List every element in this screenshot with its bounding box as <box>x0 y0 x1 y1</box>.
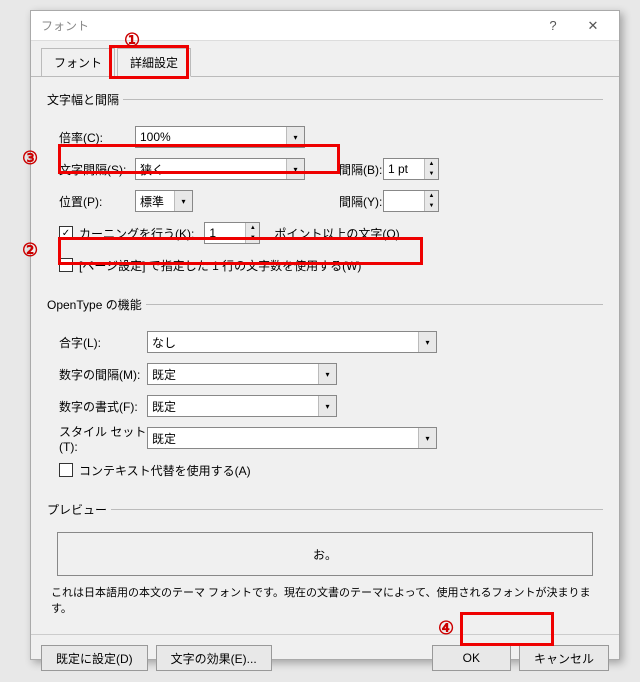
dialog-title: フォント <box>41 17 533 34</box>
spin-up-icon[interactable]: ▲ <box>425 191 438 201</box>
spin-down-icon[interactable]: ▼ <box>425 201 438 211</box>
kerning-spinner[interactable]: 1 ▲▼ <box>204 222 260 244</box>
spin-down-icon[interactable]: ▼ <box>246 233 259 243</box>
text-effects-button[interactable]: 文字の効果(E)... <box>156 645 272 671</box>
callout-4: ④ <box>438 618 454 639</box>
group-spacing: 文字幅と間隔 倍率(C): ▾ 文字間隔(S): ▾ 間隔(B): 1 pt <box>47 91 603 286</box>
help-button[interactable]: ? <box>533 12 573 40</box>
spin-up-icon[interactable]: ▲ <box>246 223 259 233</box>
cancel-button[interactable]: キャンセル <box>519 645 609 671</box>
group-preview: プレビュー お。 これは日本語用の本文のテーマ フォントです。現在の文書のテーマ… <box>47 501 603 618</box>
contextual-label: コンテキスト代替を使用する(A) <box>79 462 251 479</box>
pagegrid-checkbox[interactable] <box>59 258 73 272</box>
tab-advanced[interactable]: 詳細設定 <box>117 48 191 77</box>
styleset-select[interactable] <box>147 427 437 449</box>
callout-2: ② <box>22 240 38 261</box>
callout-3: ③ <box>22 148 38 169</box>
spin-up-icon[interactable]: ▲ <box>425 159 438 169</box>
defaults-button[interactable]: 既定に設定(D) <box>41 645 148 671</box>
group-preview-legend: プレビュー <box>47 501 111 518</box>
styleset-label: スタイル セット(T): <box>47 423 147 454</box>
tab-content: 文字幅と間隔 倍率(C): ▾ 文字間隔(S): ▾ 間隔(B): 1 pt <box>31 76 619 634</box>
kerning-checkbox[interactable]: ✓ <box>59 226 73 240</box>
pitch2-label: 間隔(Y): <box>327 193 383 210</box>
numspacing-select[interactable] <box>147 363 337 385</box>
kerning-label: カーニングを行う(K): <box>79 225 194 242</box>
numform-label: 数字の書式(F): <box>47 398 147 415</box>
group-opentype-legend: OpenType の機能 <box>47 296 146 313</box>
group-opentype: OpenType の機能 合字(L): ▾ 数字の間隔(M): ▾ 数字の書式(… <box>47 296 603 491</box>
spacing-select[interactable] <box>135 158 305 180</box>
pagegrid-label: [ページ設定] で指定した 1 行の文字数を使用する(W) <box>79 257 361 274</box>
spacing-label: 文字間隔(S): <box>47 161 135 178</box>
font-dialog: フォント ? ✕ フォント 詳細設定 文字幅と間隔 倍率(C): ▾ 文字間隔(… <box>30 10 620 660</box>
callout-1: ① <box>124 30 140 51</box>
ligatures-select[interactable] <box>147 331 437 353</box>
tab-strip: フォント 詳細設定 <box>31 41 619 76</box>
group-spacing-legend: 文字幅と間隔 <box>47 91 123 108</box>
spin-down-icon[interactable]: ▼ <box>425 169 438 179</box>
button-bar: 既定に設定(D) 文字の効果(E)... OK キャンセル <box>31 634 619 681</box>
scale-label: 倍率(C): <box>47 129 135 146</box>
preview-box: お。 <box>57 532 593 576</box>
pitch2-spinner[interactable]: ▲▼ <box>383 190 439 212</box>
preview-sample: お。 <box>313 546 337 563</box>
close-button[interactable]: ✕ <box>573 12 613 40</box>
ligatures-label: 合字(L): <box>47 334 147 351</box>
position-label: 位置(P): <box>47 193 135 210</box>
kerning-suffix: ポイント以上の文字(O) <box>274 225 399 242</box>
pitch-spinner[interactable]: 1 pt ▲▼ <box>383 158 439 180</box>
numspacing-label: 数字の間隔(M): <box>47 366 147 383</box>
pitch-label: 間隔(B): <box>327 161 383 178</box>
preview-note: これは日本語用の本文のテーマ フォントです。現在の文書のテーマによって、使用され… <box>47 580 603 616</box>
titlebar: フォント ? ✕ <box>31 11 619 41</box>
numform-select[interactable] <box>147 395 337 417</box>
position-select[interactable] <box>135 190 193 212</box>
ok-button[interactable]: OK <box>432 645 511 671</box>
contextual-checkbox[interactable] <box>59 463 73 477</box>
tab-font[interactable]: フォント <box>41 48 115 77</box>
scale-select[interactable] <box>135 126 305 148</box>
